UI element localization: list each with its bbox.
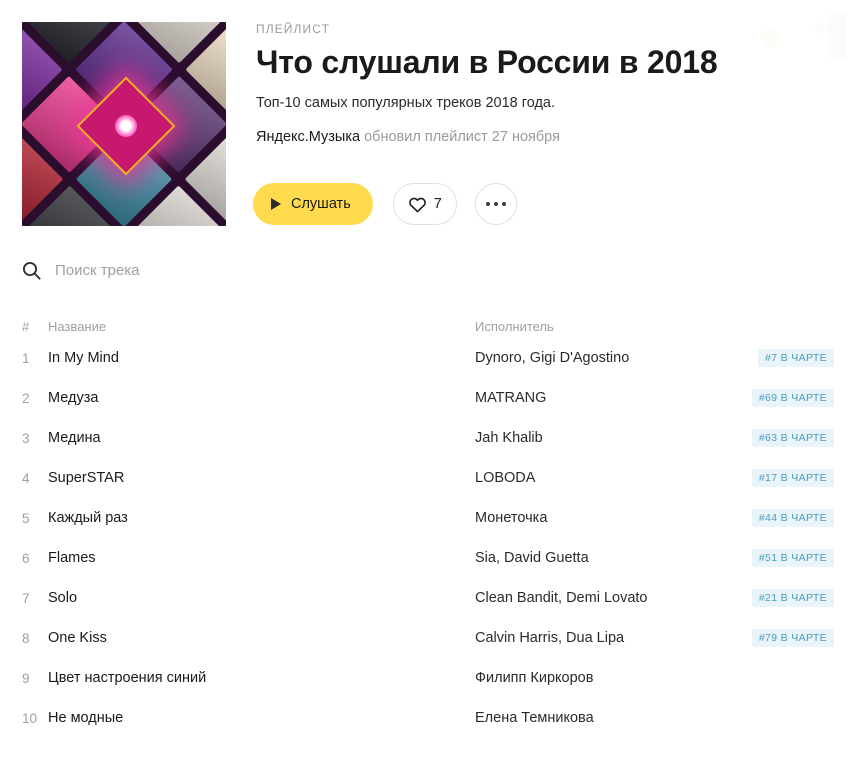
track-artist[interactable]: LOBODA (475, 470, 717, 486)
column-header-name: Название (48, 318, 107, 334)
track-artist[interactable]: Sia, David Guetta (475, 550, 717, 566)
chart-badge-cell: #63 В ЧАРТЕ (717, 429, 834, 447)
track-artist[interactable]: Монеточка (475, 510, 717, 526)
ellipsis-icon (485, 202, 506, 206)
chart-badge: #51 В ЧАРТЕ (751, 549, 834, 567)
more-options-button[interactable] (474, 183, 517, 225)
track-title[interactable]: Каждый раз (48, 510, 475, 526)
track-title[interactable]: Не модные (48, 710, 475, 726)
heart-icon (408, 197, 426, 212)
track-artist[interactable]: Dynoro, Gigi D'Agostino (475, 350, 717, 366)
track-number: 5 (22, 510, 30, 526)
page-title: Что слушали в России в 2018 (256, 44, 718, 80)
playlist-meta: Яндекс.Музыка обновил плейлист 27 ноября (256, 128, 717, 146)
track-number: 3 (22, 430, 30, 446)
track-title[interactable]: Медуза (48, 390, 475, 406)
track-number: 6 (22, 550, 30, 566)
table-row[interactable]: 9 Цвет настроения синий Филипп Киркоров (22, 658, 834, 698)
background-artifact (758, 14, 848, 58)
chart-badge: #44 В ЧАРТЕ (751, 509, 834, 527)
table-row[interactable]: 7 Solo Clean Bandit, Demi Lovato #21 В ЧАРТ… (22, 578, 834, 618)
playlist-updated-text: обновил плейлист 27 ноября (360, 129, 560, 145)
track-artist[interactable]: MATRANG (475, 390, 717, 406)
action-bar: Слушать 7 (253, 183, 517, 225)
track-number: 1 (22, 350, 30, 366)
chart-badge: #69 В ЧАРТЕ (751, 389, 834, 407)
table-row[interactable]: 1 In My Mind Dynoro, Gigi D'Agostino #7 В Ч… (22, 338, 834, 378)
table-row[interactable]: 8 One Kiss Calvin Harris, Dua Lipa #79 В ЧА… (22, 618, 834, 658)
play-icon (271, 198, 281, 210)
track-artist[interactable]: Jah Khalib (475, 430, 717, 446)
play-button[interactable]: Слушать (253, 183, 373, 225)
chart-badge: #63 В ЧАРТЕ (751, 429, 834, 447)
play-button-label: Слушать (291, 196, 351, 212)
table-row[interactable]: 3 Медина Jah Khalib #63 В ЧАРТЕ (22, 418, 834, 458)
column-header-artist: Исполнитель (475, 318, 554, 334)
playlist-page: ПЛЕЙЛИСТ Что слушали в России в 2018 Топ… (0, 0, 856, 766)
track-number: 9 (22, 670, 30, 686)
track-number: 7 (22, 590, 30, 606)
table-header-row: # Название Исполнитель (22, 314, 834, 338)
playlist-kicker: ПЛЕЙЛИСТ (256, 22, 331, 36)
chart-badge-cell: #79 В ЧАРТЕ (717, 629, 834, 647)
track-title[interactable]: Цвет настроения синий (48, 670, 475, 686)
track-table: # Название Исполнитель 1 In My Mind Dynoro… (22, 314, 834, 738)
like-button[interactable]: 7 (392, 183, 457, 225)
track-artist[interactable]: Филипп Киркоров (475, 670, 717, 686)
table-row[interactable]: 5 Каждый раз Монеточка #44 В ЧАРТЕ (22, 498, 834, 538)
chart-badge: #79 В ЧАРТЕ (751, 629, 834, 647)
track-list: 1 In My Mind Dynoro, Gigi D'Agostino #7 В Ч… (22, 338, 834, 738)
playlist-cover-art[interactable] (22, 22, 226, 226)
playlist-subtitle: Топ-10 самых популярных треков 2018 года… (256, 95, 556, 111)
playlist-owner-link[interactable]: Яндекс.Музыка (256, 129, 360, 145)
chart-badge-cell: #21 В ЧАРТЕ (717, 589, 834, 607)
table-row[interactable]: 10 Не модные Елена Темникова (22, 698, 834, 738)
search-icon[interactable] (22, 261, 41, 280)
track-title[interactable]: Медина (48, 430, 475, 446)
chart-badge: #17 В ЧАРТЕ (751, 469, 834, 487)
track-number: 2 (22, 390, 30, 406)
column-header-number: # (22, 318, 30, 334)
track-artist[interactable]: Calvin Harris, Dua Lipa (475, 630, 717, 646)
table-row[interactable]: 2 Медуза MATRANG #69 В ЧАРТЕ (22, 378, 834, 418)
chart-badge-cell: #69 В ЧАРТЕ (717, 389, 834, 407)
track-number: 4 (22, 470, 30, 486)
search-input[interactable] (55, 260, 415, 281)
track-title[interactable]: Solo (48, 590, 475, 606)
chart-badge-cell: #51 В ЧАРТЕ (717, 549, 834, 567)
chart-badge-cell: #17 В ЧАРТЕ (717, 469, 834, 487)
track-number: 10 (22, 710, 38, 726)
track-number: 8 (22, 630, 30, 646)
table-row[interactable]: 6 Flames Sia, David Guetta #51 В ЧАРТЕ (22, 538, 834, 578)
track-title[interactable]: SuperSTAR (48, 470, 475, 486)
chart-badge-cell: #7 В ЧАРТЕ (717, 349, 834, 367)
chart-badge-cell: #44 В ЧАРТЕ (717, 509, 834, 527)
track-title[interactable]: Flames (48, 550, 475, 566)
chart-badge: #7 В ЧАРТЕ (758, 349, 834, 367)
playlist-info: ПЛЕЙЛИСТ Что слушали в России в 2018 Топ… (256, 22, 718, 146)
table-row[interactable]: 4 SuperSTAR LOBODA #17 В ЧАРТЕ (22, 458, 834, 498)
track-title[interactable]: In My Mind (48, 350, 475, 366)
search-bar (22, 260, 452, 281)
track-title[interactable]: One Kiss (48, 630, 475, 646)
track-artist[interactable]: Елена Темникова (475, 710, 717, 726)
like-count: 7 (433, 196, 442, 212)
track-artist[interactable]: Clean Bandit, Demi Lovato (475, 590, 717, 606)
chart-badge: #21 В ЧАРТЕ (751, 589, 834, 607)
